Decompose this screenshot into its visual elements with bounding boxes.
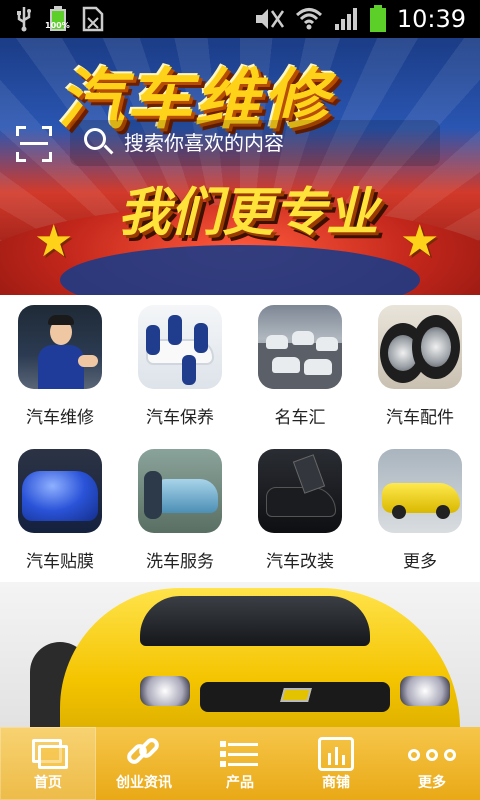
battery-percent-label: 100%: [45, 21, 70, 30]
car-modification-photo: [258, 449, 342, 533]
category-item-more[interactable]: 更多: [360, 439, 480, 579]
category-item-film[interactable]: 汽车贴膜: [0, 439, 120, 579]
more-dots-icon: [408, 735, 456, 773]
battery-icon: [369, 5, 386, 32]
mute-icon: [255, 9, 284, 29]
tab-label: 产品: [226, 775, 254, 791]
category-item-maintenance[interactable]: 汽车保养: [120, 295, 240, 435]
wifi-icon: [295, 8, 322, 30]
category-item-car-wash[interactable]: 洗车服务: [120, 439, 240, 579]
promo-car-image[interactable]: [0, 582, 480, 727]
list-icon: [218, 735, 262, 773]
star-icon: ★: [400, 216, 440, 267]
search-input[interactable]: [124, 131, 404, 155]
yellow-sports-car-photo: [378, 449, 462, 533]
status-bar: 100% 10:39: [0, 0, 480, 38]
tab-label: 创业资讯: [116, 775, 172, 791]
usb-icon: [17, 7, 31, 32]
search-icon: [84, 128, 114, 158]
category-label: 汽车配件: [386, 408, 454, 428]
tab-home[interactable]: 首页: [0, 727, 96, 800]
tires-photo: [378, 305, 462, 389]
mechanic-photo: [18, 305, 102, 389]
car-logo-icon: [280, 688, 312, 702]
link-icon: [122, 735, 166, 773]
category-grid: 汽车维修 汽车保养 名车汇 汽车配件 汽车贴膜 洗车服务 汽车改装 更多: [0, 295, 480, 582]
category-item-modification[interactable]: 汽车改装: [240, 439, 360, 579]
star-icon: ★: [34, 216, 74, 267]
shop-chart-icon: [314, 735, 358, 773]
category-label: 更多: [403, 552, 437, 572]
banner-subheadline: 我们更专业: [117, 183, 378, 243]
sim-card-icon: [82, 6, 104, 32]
car-film-photo: [18, 449, 102, 533]
clock: 10:39: [396, 5, 466, 33]
car-wash-photo: [138, 449, 222, 533]
category-item-luxury-cars[interactable]: 名车汇: [240, 295, 360, 435]
category-item-repair[interactable]: 汽车维修: [0, 295, 120, 435]
tab-label: 首页: [34, 775, 62, 791]
tab-products[interactable]: 产品: [192, 727, 288, 800]
category-label: 汽车维修: [26, 408, 94, 428]
hero-banner[interactable]: 汽车维修 我们更专业 ★ ★: [0, 38, 480, 295]
category-label: 汽车贴膜: [26, 552, 94, 572]
tab-more[interactable]: 更多: [384, 727, 480, 800]
tab-label: 更多: [418, 775, 446, 791]
category-label: 名车汇: [274, 408, 326, 428]
tab-shops[interactable]: 商铺: [288, 727, 384, 800]
luxury-cars-photo: [258, 305, 342, 389]
search-bar[interactable]: [70, 120, 440, 166]
category-item-parts[interactable]: 汽车配件: [360, 295, 480, 435]
home-icon: [26, 735, 70, 773]
category-label: 汽车保养: [146, 408, 214, 428]
bottom-tab-bar: 首页 创业资讯 产品 商铺 更多: [0, 727, 480, 800]
car-maintenance-photo: [138, 305, 222, 389]
signal-icon: [334, 8, 357, 30]
battery-full-icon: 100%: [45, 6, 70, 32]
category-label: 洗车服务: [146, 552, 214, 572]
scan-icon[interactable]: [16, 126, 52, 162]
category-label: 汽车改装: [266, 552, 334, 572]
tab-business-news[interactable]: 创业资讯: [96, 727, 192, 800]
tab-label: 商铺: [322, 775, 350, 791]
